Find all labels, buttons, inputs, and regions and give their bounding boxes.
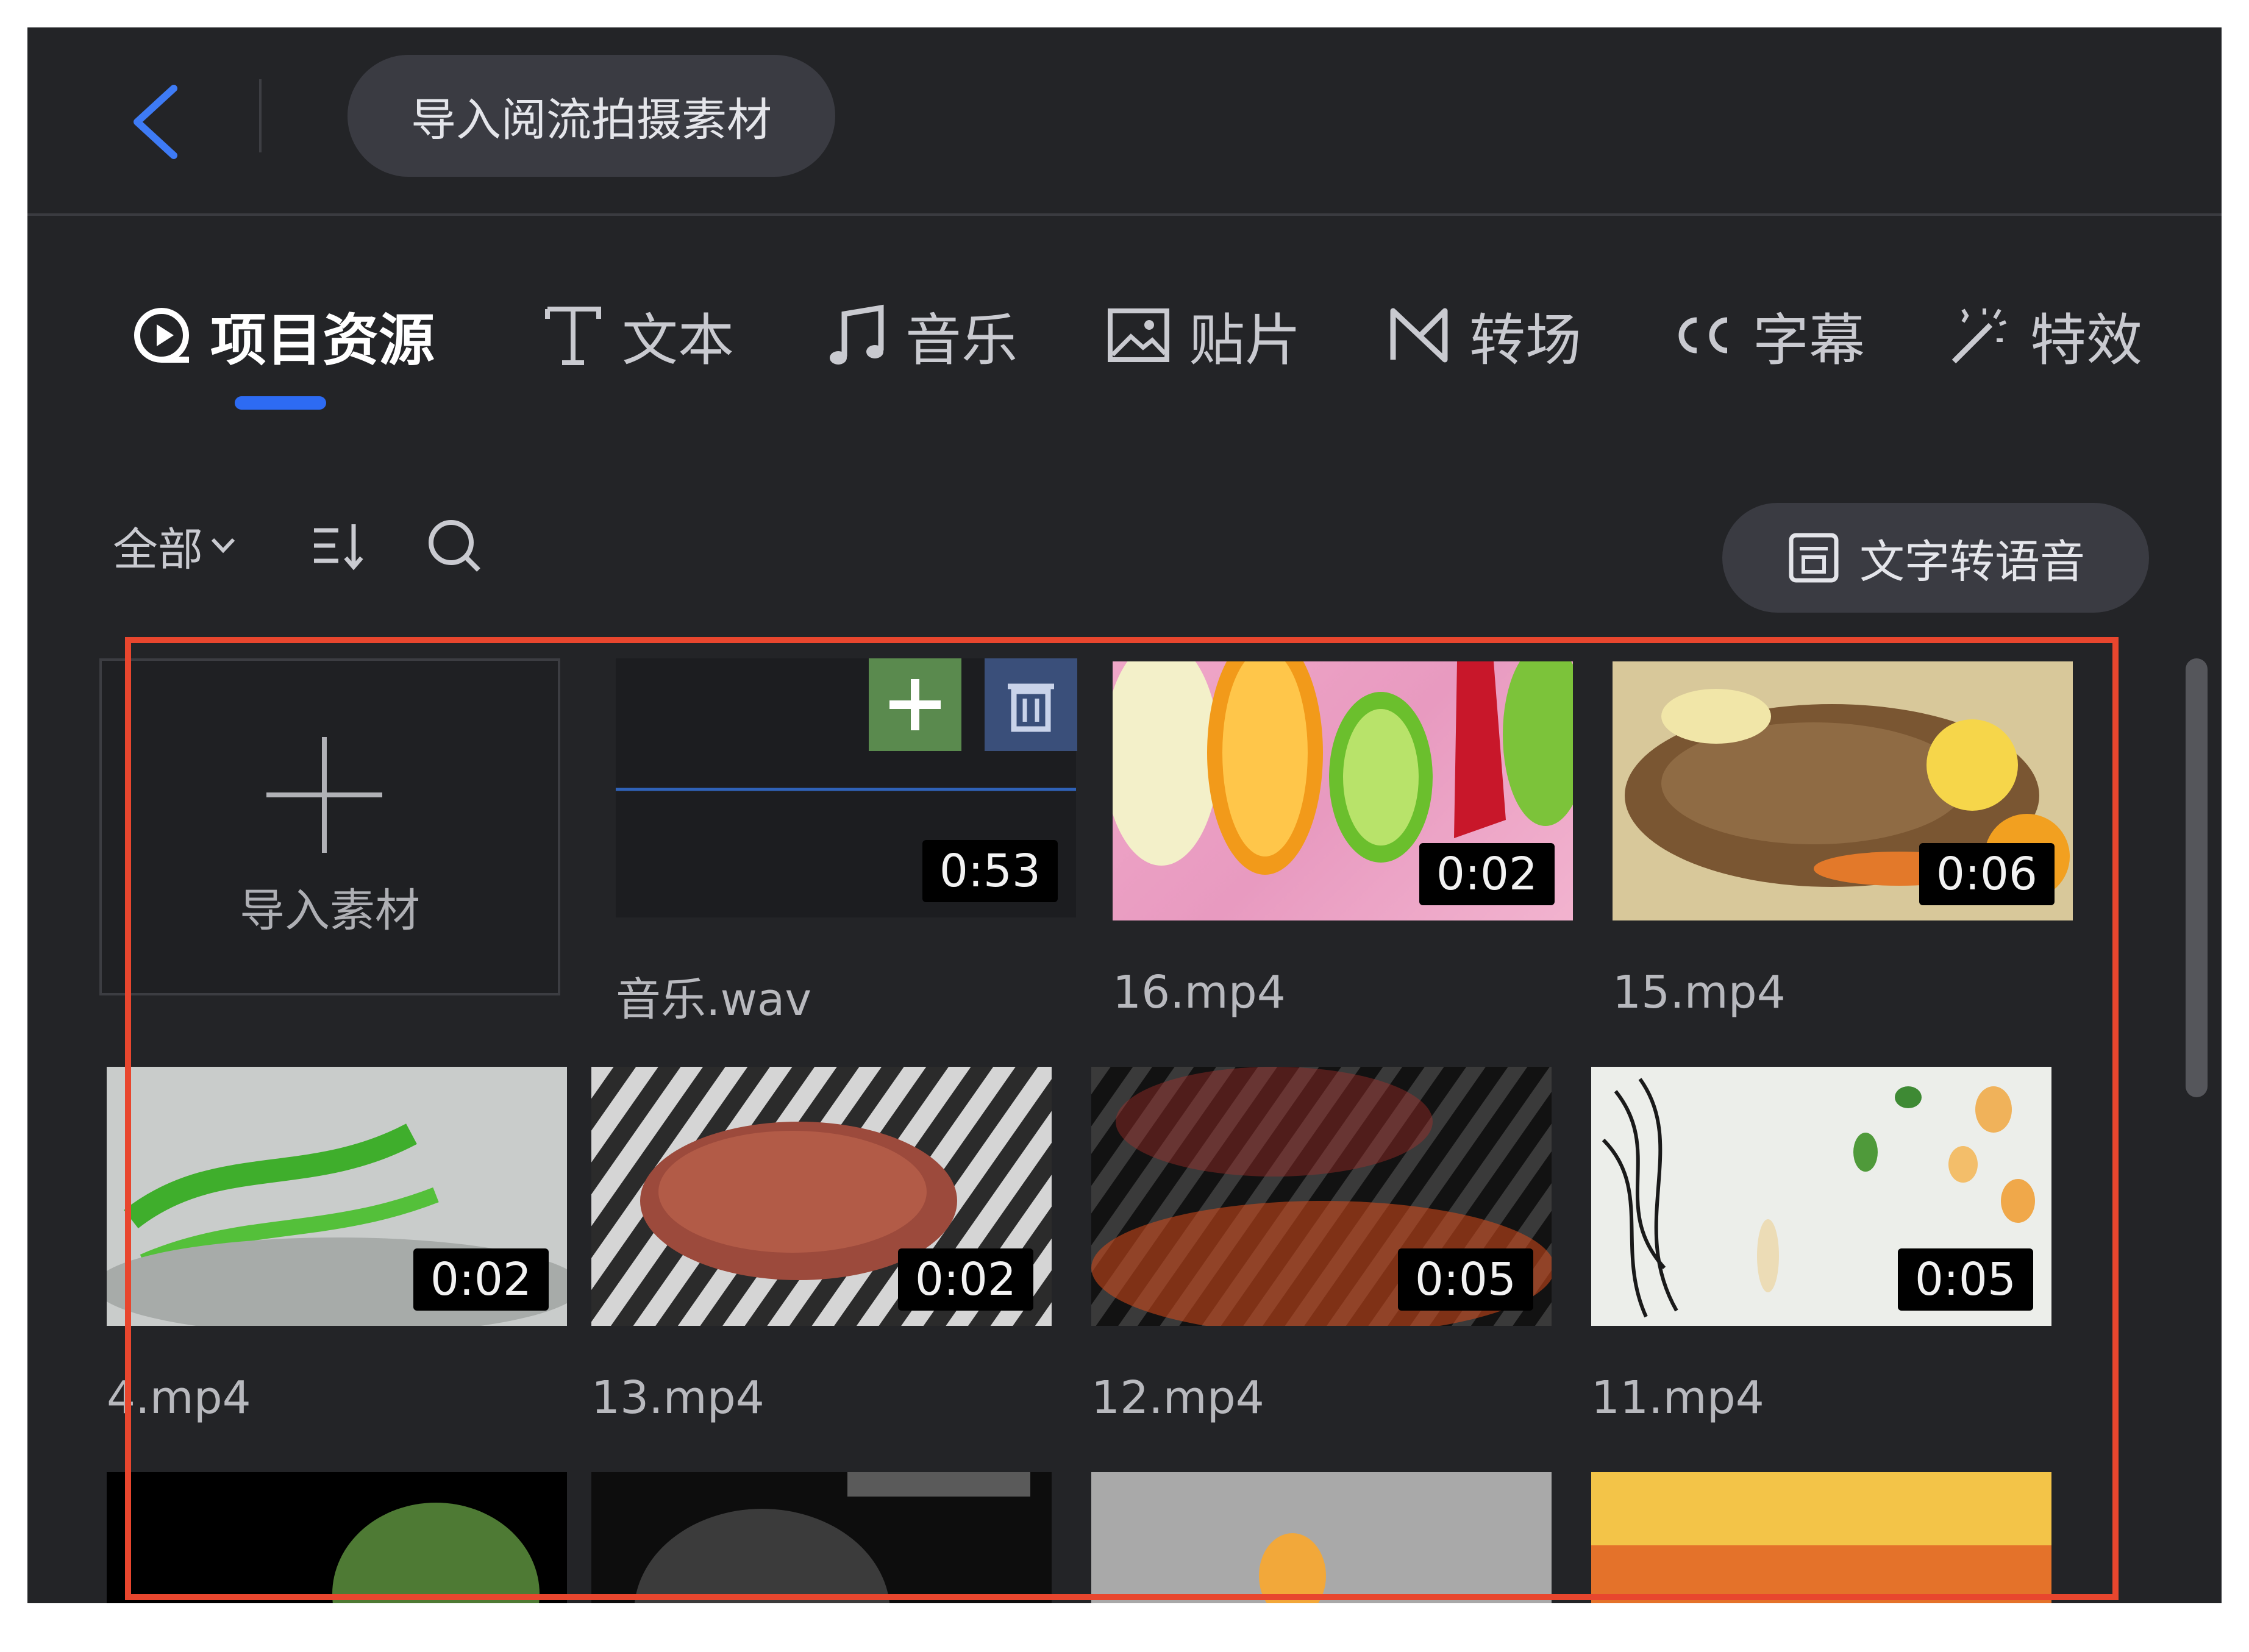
tab-label: 项目资源: [210, 307, 435, 373]
tab-subtitles[interactable]: 字幕: [1667, 290, 1865, 381]
media-panel: 导入阅流拍摄素材 项目资源 文本 音乐 贴片 转场 字幕 特效 全部 文字转语音…: [27, 27, 2222, 1603]
tab-label: 音乐: [905, 307, 1018, 373]
tab-stickers[interactable]: 贴片: [1107, 290, 1301, 381]
active-tab-indicator: [235, 396, 326, 410]
tab-label: 贴片: [1189, 307, 1302, 373]
magic-wand-icon: [1951, 308, 2007, 363]
tab-label: 字幕: [1753, 307, 1866, 373]
highlight-box: [125, 637, 2119, 1600]
divider: [259, 79, 262, 152]
category-tabs: 项目资源 文本 音乐 贴片 转场 字幕 特效: [27, 290, 2222, 411]
filter-label: 全部: [113, 523, 203, 576]
tts-label: 文字转语音: [1859, 535, 2085, 588]
import-footage-button[interactable]: 导入阅流拍摄素材: [348, 55, 835, 177]
back-arrow-icon[interactable]: [119, 79, 192, 165]
transition-icon: [1390, 308, 1448, 363]
sort-icon[interactable]: [308, 515, 369, 576]
speech-icon: [1789, 533, 1839, 583]
toolbar: 全部 文字转语音: [27, 503, 2222, 613]
play-circle-icon: [134, 308, 189, 363]
tab-project-resources[interactable]: 项目资源: [131, 290, 435, 381]
top-bar: 导入阅流拍摄素材: [27, 27, 2222, 216]
tab-effects[interactable]: 特效: [1948, 290, 2142, 381]
text-t-icon: [545, 307, 601, 365]
cc-icon: [1678, 317, 1728, 354]
tab-label: 文本: [622, 307, 735, 373]
tab-text[interactable]: 文本: [543, 290, 734, 381]
chevron-down-icon: [211, 538, 235, 554]
filter-dropdown[interactable]: 全部: [113, 503, 238, 588]
scrollbar[interactable]: [2186, 658, 2208, 1097]
tab-transitions[interactable]: 转场: [1387, 290, 1581, 381]
text-to-speech-button[interactable]: 文字转语音: [1722, 503, 2149, 613]
search-icon[interactable]: [424, 515, 485, 576]
tab-music[interactable]: 音乐: [826, 290, 1018, 381]
tab-label: 转场: [1469, 307, 1582, 373]
music-note-icon: [830, 304, 884, 365]
image-icon: [1108, 308, 1169, 362]
tab-label: 特效: [2030, 307, 2143, 373]
